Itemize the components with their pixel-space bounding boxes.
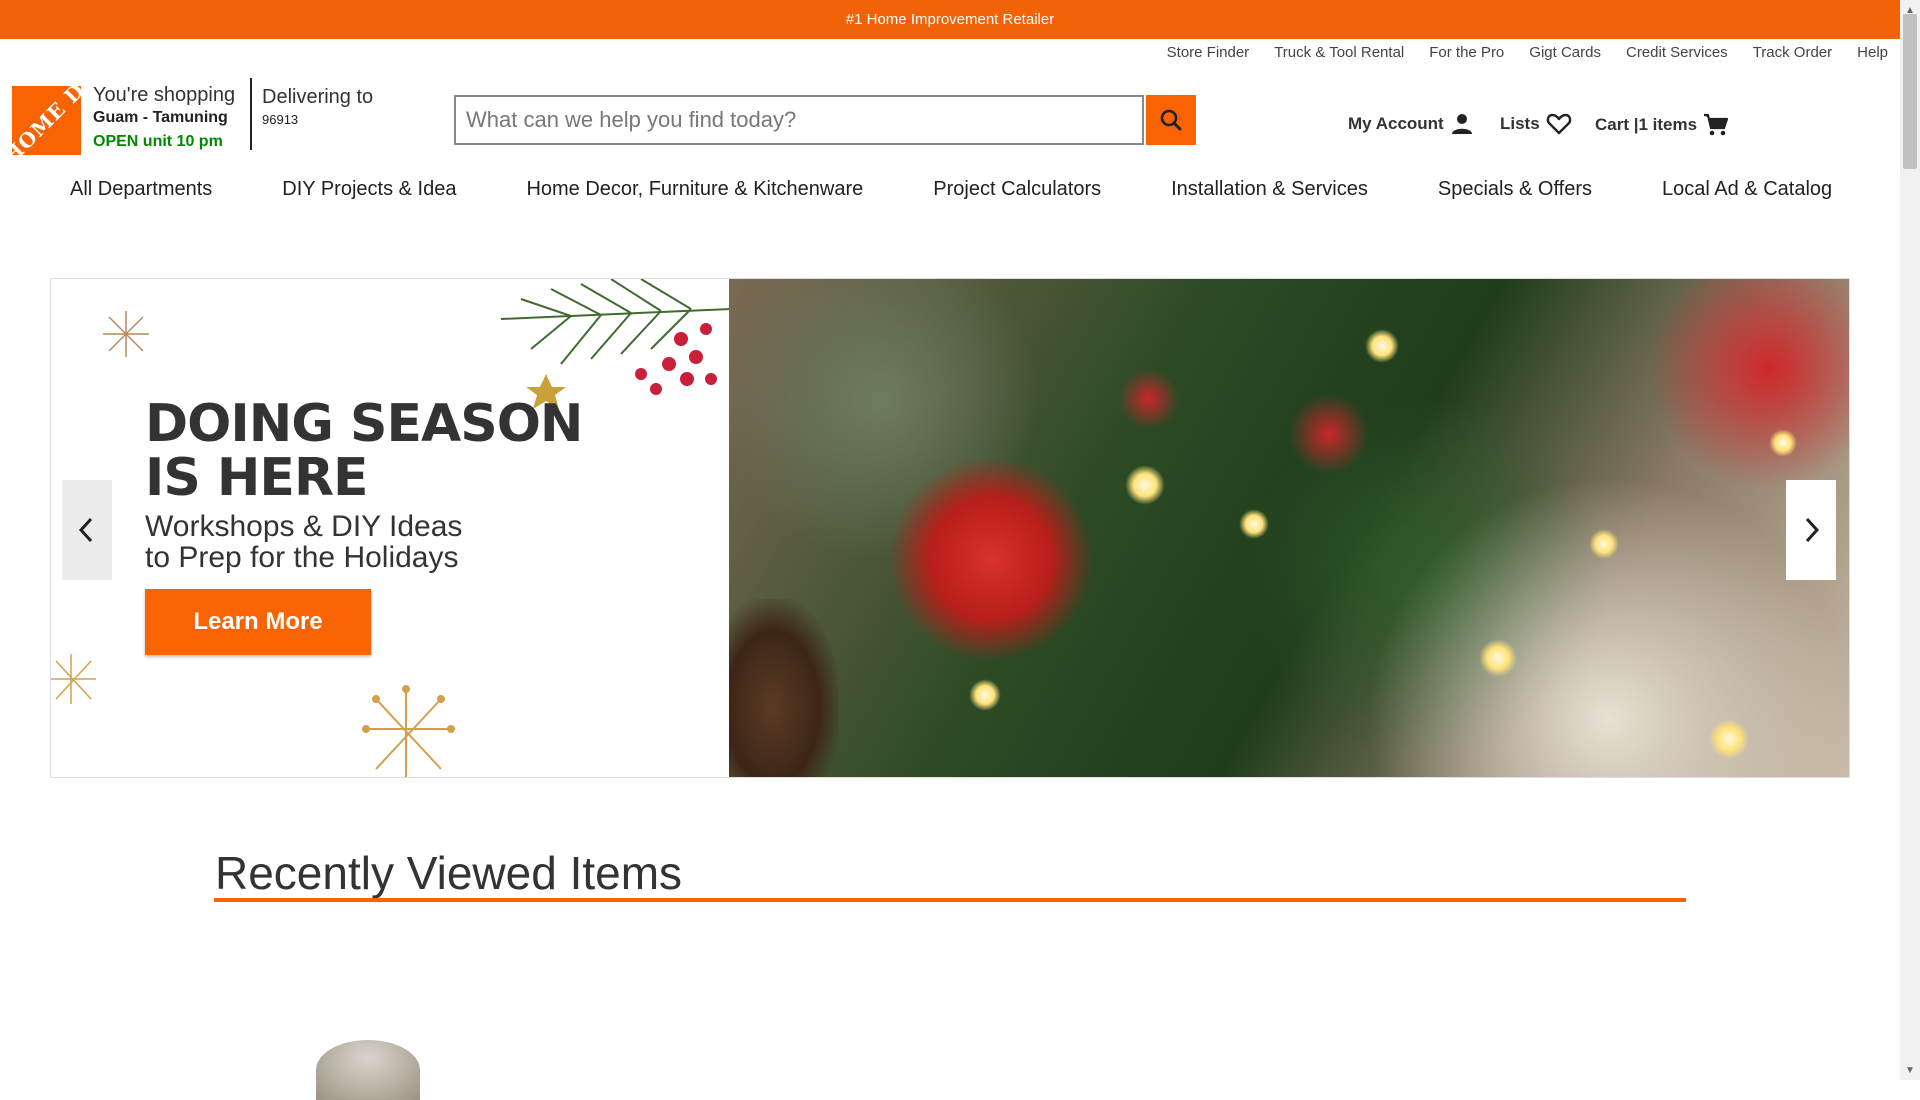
hero-title: DOING SEASON IS HERE <box>145 394 583 508</box>
cart-icon <box>1704 113 1729 136</box>
hero-subtitle-line2: to Prep for the Holidays <box>145 541 459 574</box>
promo-banner-text: #1 Home Improvement Retailer <box>845 11 1055 28</box>
person-icon <box>1451 114 1472 134</box>
nav-project-calculators[interactable]: Project Calculators <box>933 178 1101 201</box>
store-finder-link[interactable]: Store Finder <box>1167 44 1250 61</box>
recently-viewed-heading: Recently Viewed Items <box>215 847 683 899</box>
small-starburst-icon <box>51 654 96 704</box>
hero-carousel[interactable]: DOING SEASON IS HERE Workshops & DIY Ide… <box>50 278 1850 778</box>
nav-all-departments[interactable]: All Departments <box>70 178 212 201</box>
help-link[interactable]: Help <box>1857 44 1888 61</box>
hero-title-line1: DOING SEASON <box>145 394 583 454</box>
cart-button[interactable]: Cart |1 items <box>1595 112 1729 138</box>
delivery-label: Delivering to <box>262 86 374 108</box>
store-name: Guam - Tamuning <box>93 109 228 126</box>
store-selector[interactable]: You're shopping Guam - Tamuning OPEN uni… <box>93 84 245 151</box>
truck-tool-rental-link[interactable]: Truck & Tool Rental <box>1274 44 1404 61</box>
nav-specials-offers[interactable]: Specials & Offers <box>1438 178 1592 201</box>
lists-label: Lists <box>1500 114 1540 133</box>
gift-cards-link[interactable]: Gigt Cards <box>1529 44 1601 61</box>
my-account-label: My Account <box>1348 114 1444 133</box>
nav-local-ad-catalog[interactable]: Local Ad & Catalog <box>1662 178 1832 201</box>
pinecone-shape <box>729 599 839 777</box>
nav-installation-services[interactable]: Installation & Services <box>1171 178 1368 201</box>
lists-button[interactable]: Lists <box>1500 112 1572 136</box>
star-decoration-icon <box>103 311 149 357</box>
for-the-pro-link[interactable]: For the Pro <box>1429 44 1504 61</box>
chevron-left-icon <box>78 517 93 543</box>
credit-services-link[interactable]: Credit Services <box>1626 44 1728 61</box>
nav-home-decor[interactable]: Home Decor, Furniture & Kitchenware <box>526 178 863 201</box>
delivery-zip-selector[interactable]: Delivering to 96913 <box>262 86 373 127</box>
starburst-decoration-icon <box>362 685 455 777</box>
header-divider <box>250 78 252 150</box>
page-scrollbar[interactable]: ▲ ▼ <box>1900 0 1920 1080</box>
hero-image <box>729 279 1849 777</box>
hero-title-line2: IS HERE <box>145 448 369 508</box>
logo-wordmark: THE HOME DEPOT <box>12 86 81 155</box>
carousel-prev-button[interactable] <box>62 480 112 580</box>
cart-label: Cart |1 items <box>1595 115 1698 134</box>
hero-subtitle-line1: Workshops & DIY Ideas <box>145 510 463 543</box>
promo-banner: #1 Home Improvement Retailer <box>0 0 1900 39</box>
scroll-down-icon[interactable]: ▼ <box>1900 1060 1920 1080</box>
search-button[interactable] <box>1146 95 1196 145</box>
recently-viewed-product-image[interactable] <box>316 1040 420 1100</box>
hero-text-panel: DOING SEASON IS HERE Workshops & DIY Ide… <box>51 279 731 777</box>
main-nav: All Departments DIY Projects & Idea Home… <box>70 178 1832 201</box>
search-box <box>454 95 1144 145</box>
delivery-zip: 96913 <box>262 112 299 127</box>
nav-diy-projects[interactable]: DIY Projects & Idea <box>282 178 456 201</box>
scrollbar-thumb[interactable] <box>1903 14 1917 169</box>
store-hours: OPEN unit 10 pm <box>93 133 223 150</box>
chevron-right-icon <box>1805 517 1820 543</box>
track-order-link[interactable]: Track Order <box>1753 44 1832 61</box>
search-icon <box>1160 109 1182 131</box>
my-account-button[interactable]: My Account <box>1348 112 1474 136</box>
heart-icon <box>1546 113 1571 135</box>
recently-viewed-underline <box>214 898 1686 902</box>
home-depot-logo[interactable]: THE HOME DEPOT <box>12 86 81 155</box>
carousel-next-button[interactable] <box>1786 480 1836 580</box>
search-input[interactable] <box>456 97 1142 143</box>
utility-nav: Store Finder Truck & Tool Rental For the… <box>1142 44 1888 61</box>
store-label: You're shopping <box>93 84 236 106</box>
learn-more-button[interactable]: Learn More <box>145 589 371 655</box>
hero-subtitle: Workshops & DIY Ideas to Prep for the Ho… <box>145 511 462 573</box>
